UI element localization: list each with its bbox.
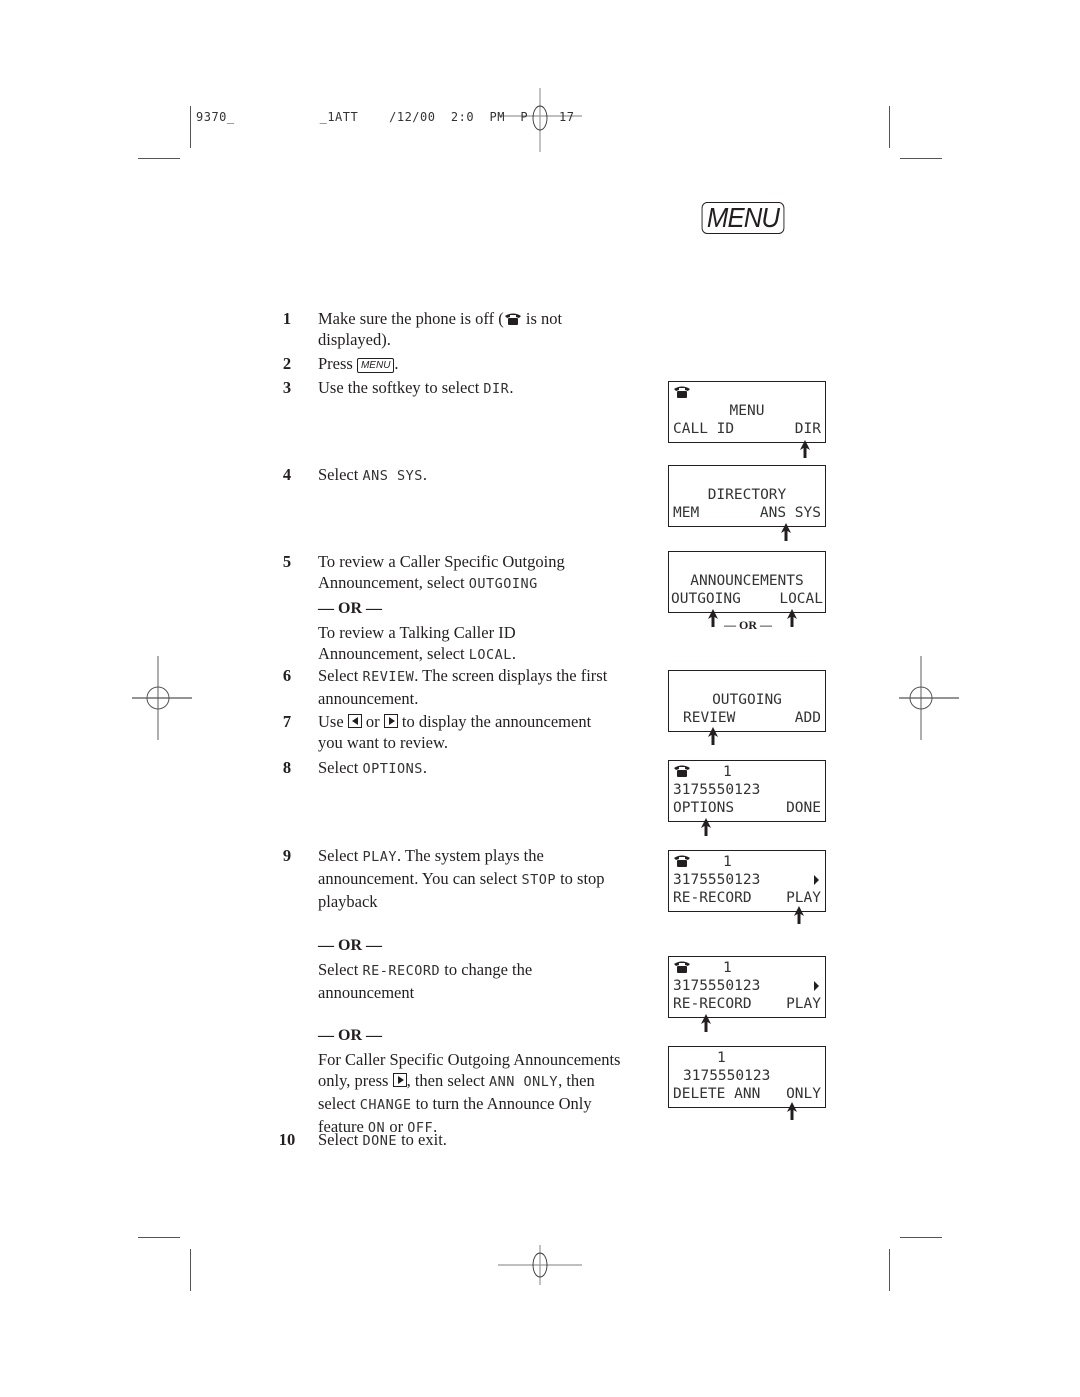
softkey-right[interactable]: ONLY xyxy=(786,1085,821,1103)
step-7: 7 Use or to display the announcement you… xyxy=(272,711,602,753)
step-6: 6 Select REVIEW. The screen displays the… xyxy=(272,665,632,709)
or-separator: — OR — xyxy=(318,937,382,954)
softkey-right[interactable]: LOCAL xyxy=(779,590,823,608)
phone-number: 3175550123 xyxy=(683,1068,771,1084)
printer-slug-line: 9370_ _1ATT /12/00 2:0 PM P 17 xyxy=(196,110,575,124)
or-separator-screen: — OR — xyxy=(724,618,772,632)
crop-mark-top-left-horizontal xyxy=(138,158,180,159)
step-3: 3 Use the softkey to select DIR. xyxy=(272,377,632,400)
step-number: 10 xyxy=(278,1130,296,1149)
left-arrow-key-icon xyxy=(347,714,362,728)
step-number: 6 xyxy=(282,666,292,685)
softkey-left[interactable]: CALL ID xyxy=(673,420,734,438)
step-1: 1 Make sure the phone is off ( is not di… xyxy=(272,308,632,350)
softkey-pointer-arrow-icon xyxy=(701,1014,711,1032)
crop-mark-bottom-left-horizontal xyxy=(138,1237,180,1238)
softkey-left[interactable]: DELETE ANN xyxy=(673,1085,760,1103)
registration-mark-right xyxy=(899,656,959,740)
softkey-left[interactable]: REVIEW xyxy=(683,709,735,727)
softkey-right[interactable]: DONE xyxy=(786,799,821,817)
lcd-screen-delete-ann-only: 1 3175550123 DELETE ANN ONLY xyxy=(668,1046,826,1108)
softkey-pointer-arrow-icon xyxy=(701,818,711,836)
registration-mark-top xyxy=(498,88,582,152)
lcd-title: ANNOUNCEMENTS xyxy=(690,573,804,589)
lcd-screen-directory: DIRECTORY MEM ANS SYS xyxy=(668,465,826,527)
phone-off-hook-icon xyxy=(504,313,521,325)
step-9: 9 Select PLAY. The system plays the anno… xyxy=(272,845,632,1139)
lcd-screen-announcement-detail: 1 3175550123 OPTIONS DONE xyxy=(668,760,826,822)
softkey-pointer-arrow-icon xyxy=(781,523,791,541)
softkey-right[interactable]: ADD xyxy=(795,709,821,727)
softkey-right[interactable]: ANS SYS xyxy=(760,504,821,522)
softkey-pointer-arrow-icon xyxy=(708,609,718,627)
phone-off-hook-icon xyxy=(674,961,690,973)
softkey-pointer-arrow-icon xyxy=(787,609,797,627)
registration-mark-left xyxy=(132,656,192,740)
crop-mark-top-right-vertical xyxy=(889,106,890,148)
registration-mark-bottom xyxy=(498,1245,582,1285)
softkey-right[interactable]: PLAY xyxy=(786,995,821,1013)
softkey-left[interactable]: RE-RECORD xyxy=(673,995,752,1013)
crop-mark-bottom-right-vertical xyxy=(889,1249,890,1291)
step-number: 2 xyxy=(282,354,292,373)
lcd-screen-outgoing: OUTGOING REVIEW ADD xyxy=(668,670,826,732)
lcd-title: OUTGOING xyxy=(712,692,782,708)
announcement-index: 1 xyxy=(723,854,732,870)
right-arrow-key-icon xyxy=(383,714,398,728)
step-4: 4 Select ANS SYS. xyxy=(272,464,632,487)
or-separator: — OR — xyxy=(318,1027,382,1044)
softkey-left[interactable]: RE-RECORD xyxy=(673,889,752,907)
menu-key-graphic: MENU xyxy=(701,202,785,234)
softkey-left[interactable]: OUTGOING xyxy=(671,590,741,608)
scroll-right-indicator-icon xyxy=(814,875,819,885)
lcd-title: DIRECTORY xyxy=(707,487,787,503)
scroll-right-indicator-icon xyxy=(814,981,819,991)
step-number: 1 xyxy=(282,309,292,328)
softkey-left[interactable]: OPTIONS xyxy=(673,799,734,817)
step-number: 7 xyxy=(282,712,292,731)
step-8: 8 Select OPTIONS. xyxy=(272,757,632,780)
softkey-pointer-arrow-icon xyxy=(800,440,810,458)
lcd-screen-play: 1 3175550123 RE-RECORD PLAY xyxy=(668,850,826,912)
phone-number: 3175550123 xyxy=(673,872,761,888)
announcement-index: 1 xyxy=(723,960,732,976)
step-number: 3 xyxy=(282,378,292,397)
softkey-left[interactable]: MEM xyxy=(673,504,699,522)
phone-off-hook-icon xyxy=(674,386,690,398)
phone-number: 3175550123 xyxy=(673,782,761,798)
step-10: 10 Select DONE to exit. xyxy=(272,1129,632,1152)
step-2: 2 Press MENU. xyxy=(272,353,632,374)
softkey-pointer-arrow-icon xyxy=(708,727,718,745)
menu-key-inline-icon: MENU xyxy=(356,358,395,373)
softkey-pointer-arrow-icon xyxy=(787,1102,797,1120)
softkey-right[interactable]: DIR xyxy=(795,420,821,438)
phone-off-hook-icon xyxy=(674,765,690,777)
right-arrow-key-icon xyxy=(392,1073,407,1087)
lcd-screen-menu: MENU CALL ID DIR xyxy=(668,381,826,443)
crop-mark-top-right-horizontal xyxy=(900,158,942,159)
step-number: 5 xyxy=(282,552,292,571)
announcement-index: 1 xyxy=(723,764,732,780)
lcd-screen-rerecord: 1 3175550123 RE-RECORD PLAY xyxy=(668,956,826,1018)
crop-mark-top-left-vertical xyxy=(190,106,191,148)
crop-mark-bottom-right-horizontal xyxy=(900,1237,942,1238)
step-number: 9 xyxy=(282,846,292,865)
step-number: 8 xyxy=(282,758,292,777)
lcd-title: MENU xyxy=(729,403,765,419)
or-separator: — OR — xyxy=(318,600,382,617)
softkey-right[interactable]: PLAY xyxy=(786,889,821,907)
phone-off-hook-icon xyxy=(674,855,690,867)
step-5: 5 To review a Caller Specific Outgoing A… xyxy=(272,551,612,666)
step-number: 4 xyxy=(282,465,292,484)
crop-mark-bottom-left-vertical xyxy=(190,1249,191,1291)
lcd-screen-announcements: ANNOUNCEMENTS OUTGOING LOCAL xyxy=(668,551,826,613)
phone-number: 3175550123 xyxy=(673,978,761,994)
announcement-index: 1 xyxy=(717,1050,726,1066)
softkey-pointer-arrow-icon xyxy=(794,906,804,924)
